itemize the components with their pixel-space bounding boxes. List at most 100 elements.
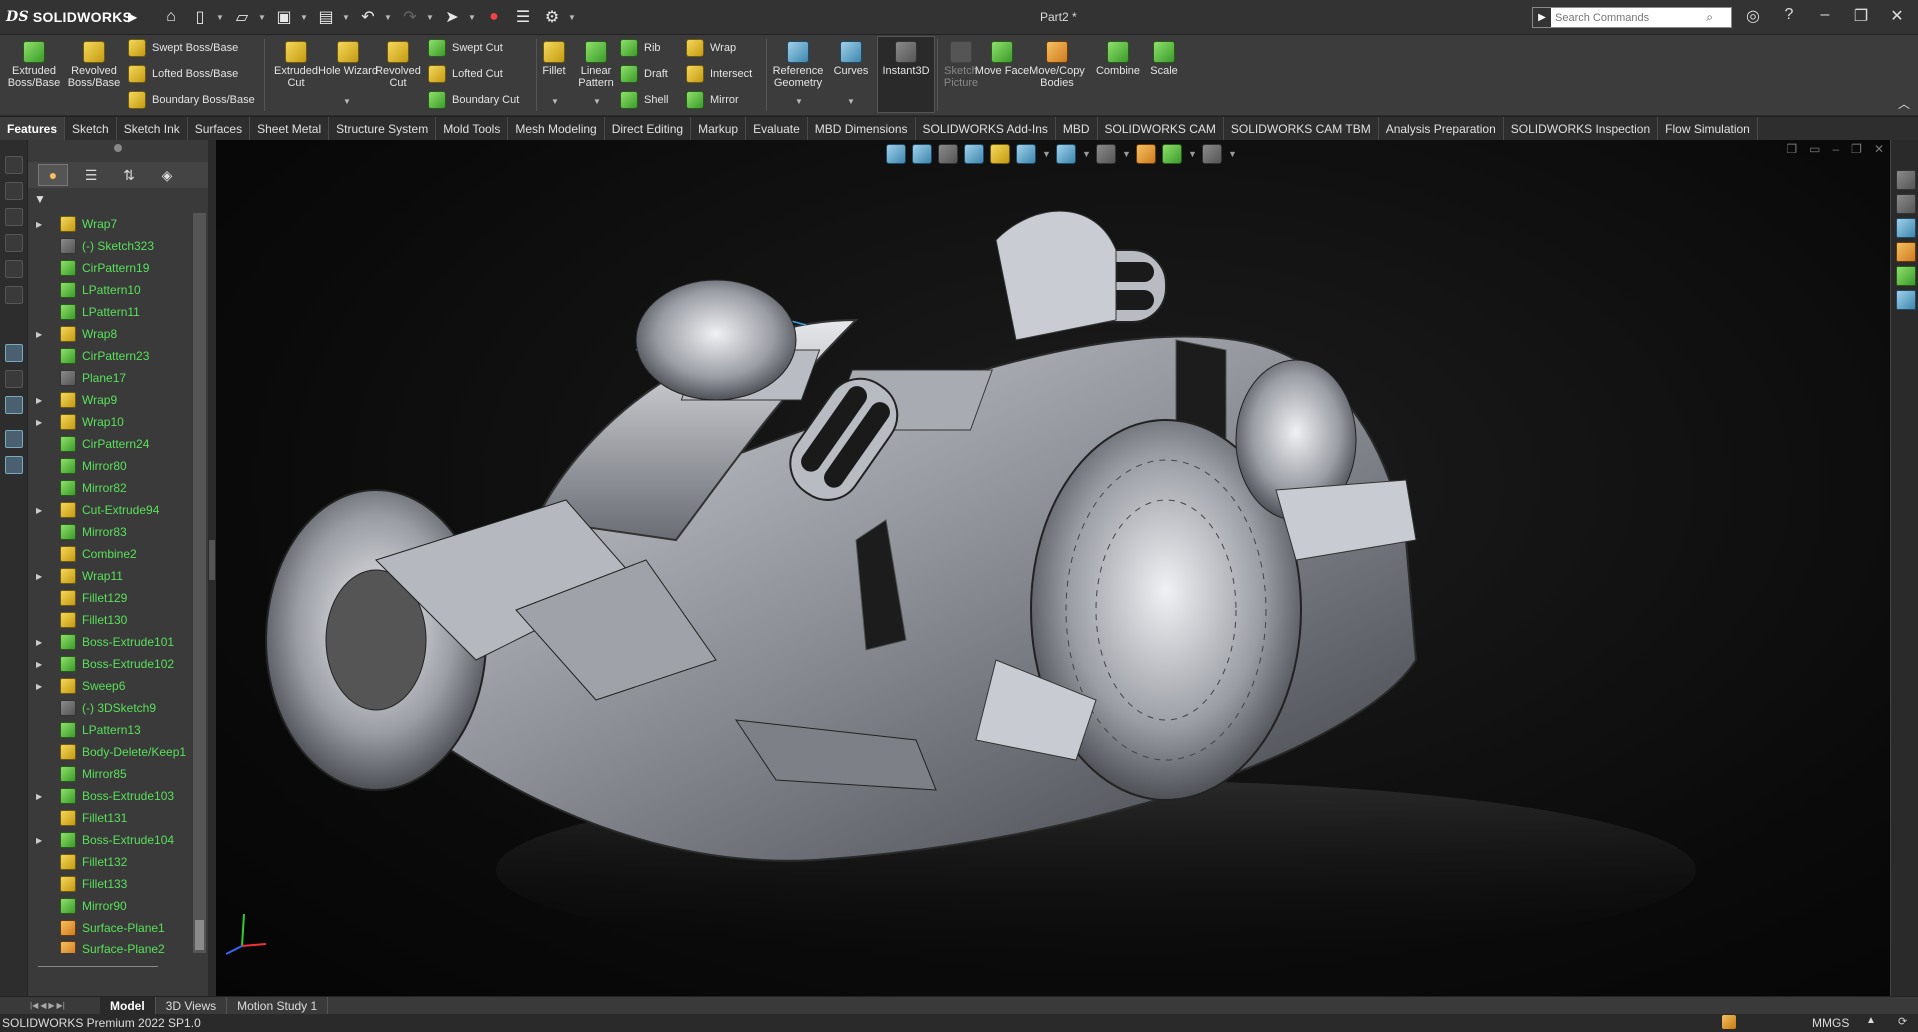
reference-geometry-dropdown-icon[interactable]: ▼ [795,97,803,106]
tab-navigation[interactable]: |◀ ◀ ▶ ▶| [0,1001,100,1010]
tree-item[interactable]: Body-Delete/Keep1 [28,741,193,763]
tree-item[interactable]: ▶ Boss-Extrude102 [28,653,193,675]
tree-item[interactable]: Surface-Plane1 [28,917,193,939]
help-icon[interactable]: ? [1774,6,1804,24]
tree-item[interactable]: Mirror80 [28,455,193,477]
custom-properties-icon[interactable] [1896,290,1916,310]
select-pointer-icon[interactable]: ➤ [439,4,465,30]
revolved-cut-button[interactable]: Revolved Cut [368,39,428,89]
tab-sheet-metal[interactable]: Sheet Metal [250,117,330,140]
first-tab-icon[interactable]: |◀ [30,1001,38,1010]
tree-item[interactable]: CirPattern24 [28,433,193,455]
lofted-cut-button[interactable]: Lofted Cut [428,64,503,84]
feature-tree-scrollbar[interactable] [193,213,206,953]
expand-arrow-icon[interactable]: ▶ [36,506,50,515]
close-icon[interactable]: ✕ [1882,6,1912,26]
boundary-boss-button[interactable]: Boundary Boss/Base [128,90,255,110]
expand-arrow-icon[interactable]: ▶ [36,660,50,669]
minimize-icon[interactable]: – [1810,6,1840,24]
print-dropdown-icon[interactable]: ▼ [342,13,352,22]
tree-item[interactable]: ▶ Wrap10 [28,411,193,433]
extruded-cut-button[interactable]: Extruded Cut [266,39,326,89]
tool-icon[interactable] [5,286,23,304]
file-explorer-icon[interactable] [1896,218,1916,238]
search-icon[interactable]: ⌕ [1706,10,1713,25]
tree-item[interactable]: Mirror85 [28,763,193,785]
solidworks-resources-icon[interactable] [1896,170,1916,190]
wrap-button[interactable]: Wrap [686,38,736,58]
save-dropdown-icon[interactable]: ▼ [300,13,310,22]
undo-icon[interactable]: ↶ [355,4,381,30]
move-copy-bodies-button[interactable]: Move/Copy Bodies [1024,39,1090,89]
tab-direct-editing[interactable]: Direct Editing [605,117,692,140]
tree-item[interactable]: LPattern13 [28,719,193,741]
curves-button[interactable]: Curves [823,39,879,77]
tree-item[interactable]: ▶ Sweep6 [28,675,193,697]
expand-arrow-icon[interactable]: ▶ [36,220,50,229]
tab-structure-system[interactable]: Structure System [329,117,437,140]
solidworks-logo[interactable]: DS SOLIDWORKS [0,9,132,25]
print-icon[interactable]: ▤ [313,4,339,30]
scrollbar-thumb[interactable] [195,920,204,950]
tree-item[interactable]: Fillet131 [28,807,193,829]
expand-arrow-icon[interactable]: ▶ [36,572,50,581]
tab-mold-tools[interactable]: Mold Tools [436,117,509,140]
instant3d-button[interactable]: Instant3D [877,39,935,77]
panel-grip-icon[interactable] [114,144,122,152]
tab-markup[interactable]: Markup [691,117,747,140]
tree-item[interactable]: Plane17 [28,367,193,389]
graphics-area[interactable]: ▼ ▼ ▼ ▼ ▼ ❐ ▭ – ❐ ✕ [216,140,1890,996]
tool-icon[interactable] [5,456,23,474]
revolved-boss-button[interactable]: Revolved Boss/Base [64,39,124,89]
splitter-grip-icon[interactable] [209,540,215,580]
rib-button[interactable]: Rib [620,38,661,58]
expand-arrow-icon[interactable]: ▶ [36,638,50,647]
options-gear-icon[interactable]: ⚙ [539,4,565,30]
menu-expand-arrow-icon[interactable]: ▶ [128,10,144,24]
tree-item[interactable]: Mirror90 [28,895,193,917]
tab-flow-simulation[interactable]: Flow Simulation [1658,117,1758,140]
expand-arrow-icon[interactable]: ▶ [36,330,50,339]
appearances-icon[interactable] [1896,266,1916,286]
design-library-icon[interactable] [1896,194,1916,214]
configuration-manager-tab-icon[interactable]: ⇅ [114,164,144,186]
draft-button[interactable]: Draft [620,64,668,84]
search-commands-input[interactable]: ▶ Search Commands ⌕ [1532,7,1732,28]
tree-item[interactable]: ▶ Boss-Extrude101 [28,631,193,653]
tree-item[interactable]: Fillet129 [28,587,193,609]
select-dropdown-icon[interactable]: ▼ [468,13,478,22]
reference-geometry-button[interactable]: Reference Geometry [768,39,828,89]
last-tab-icon[interactable]: ▶| [57,1001,65,1010]
vehicle-3d-model[interactable] [216,140,1890,996]
tree-item[interactable]: ▶ Wrap11 [28,565,193,587]
tab-analysis-preparation[interactable]: Analysis Preparation [1379,117,1504,140]
tool-icon[interactable] [5,234,23,252]
undo-dropdown-icon[interactable]: ▼ [384,13,394,22]
tree-item[interactable]: Surface-Plane2 [28,939,193,953]
hole-wizard-dropdown-icon[interactable]: ▼ [343,97,351,106]
rebuild-status-icon[interactable] [1722,1015,1736,1029]
tab-solidworks-cam-tbm[interactable]: SOLIDWORKS CAM TBM [1224,117,1379,140]
home-icon[interactable]: ⌂ [158,4,184,30]
tree-item[interactable]: CirPattern23 [28,345,193,367]
open-folder-icon[interactable]: ▱ [229,4,255,30]
tree-item[interactable]: Mirror82 [28,477,193,499]
expand-arrow-icon[interactable]: ▶ [36,792,50,801]
new-dropdown-icon[interactable]: ▼ [216,13,226,22]
unit-system[interactable]: MMGS [1812,1016,1849,1030]
open-dropdown-icon[interactable]: ▼ [258,13,268,22]
options-dropdown-icon[interactable]: ▼ [568,13,578,22]
tree-item[interactable]: Fillet132 [28,851,193,873]
tree-item[interactable]: ▶ Wrap7 [28,213,193,235]
tab-sketch-ink[interactable]: Sketch Ink [117,117,188,140]
tab-mesh-modeling[interactable]: Mesh Modeling [508,117,605,140]
feature-manager-tab-icon[interactable]: ● [38,164,68,186]
dimxpert-tab-icon[interactable]: ◈ [152,164,182,186]
account-icon[interactable]: ◎ [1738,6,1768,26]
tool-icon[interactable] [5,344,23,362]
tree-item[interactable]: Mirror83 [28,521,193,543]
tree-item[interactable]: ▶ Wrap9 [28,389,193,411]
expand-arrow-icon[interactable]: ▶ [36,836,50,845]
tree-item[interactable]: ▶ Cut-Extrude94 [28,499,193,521]
boundary-cut-button[interactable]: Boundary Cut [428,90,519,110]
